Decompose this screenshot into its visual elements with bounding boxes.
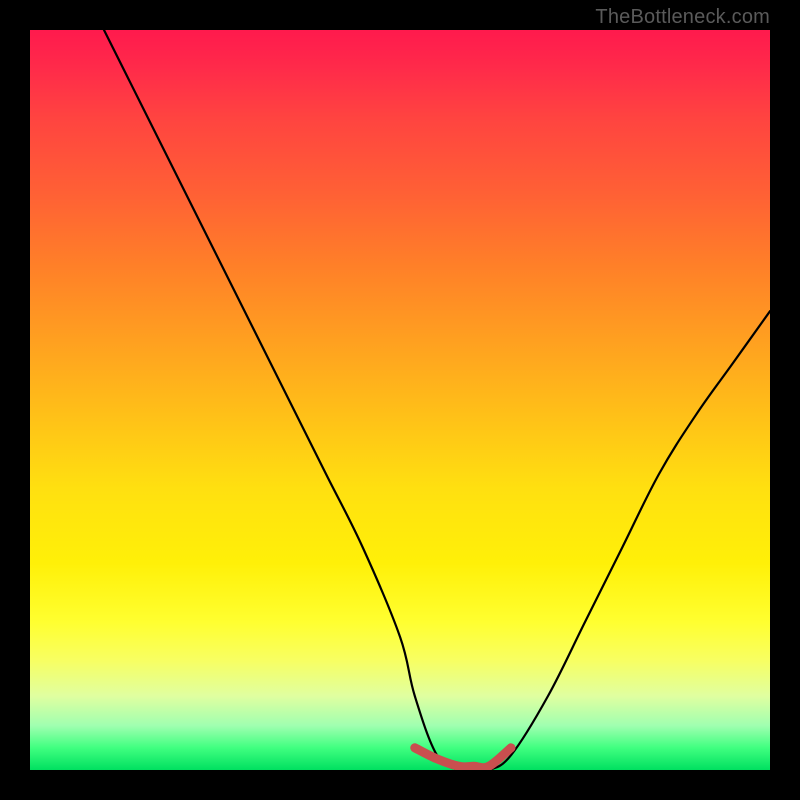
curve-svg xyxy=(30,30,770,770)
optimal-highlight-path xyxy=(415,748,511,768)
bottleneck-curve-path xyxy=(104,30,770,770)
chart-frame: TheBottleneck.com xyxy=(0,0,800,800)
watermark-text: TheBottleneck.com xyxy=(595,6,770,29)
plot-area xyxy=(30,30,770,770)
